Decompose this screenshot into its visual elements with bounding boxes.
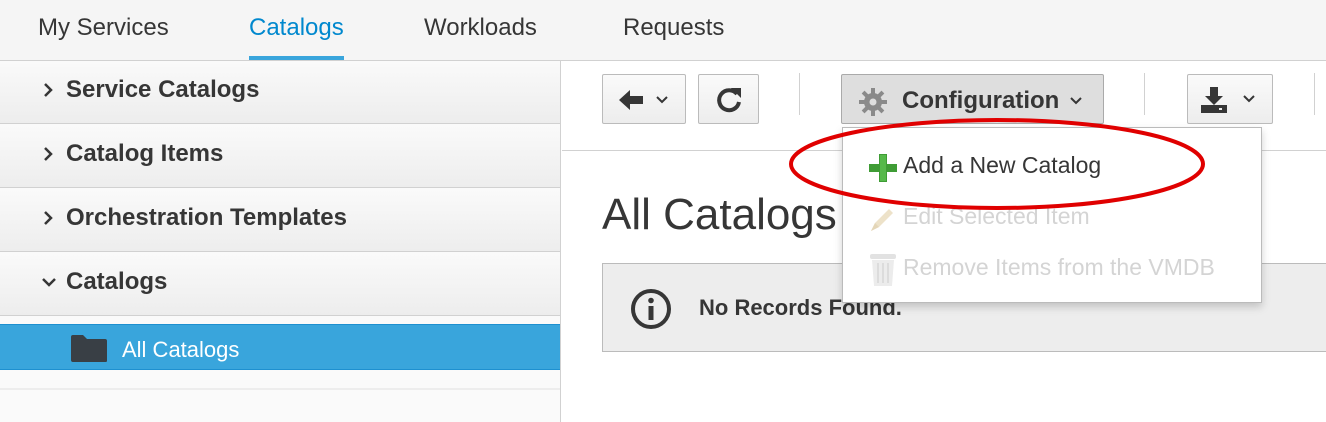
plus-icon: [869, 154, 897, 182]
sidebar: Service Catalogs Catalog Items Orchestra…: [0, 61, 561, 422]
menu-item-label: Add a New Catalog: [903, 152, 1102, 178]
accordion-label: Service Catalogs: [66, 76, 260, 103]
tree-node-label: All Catalogs: [122, 337, 240, 362]
accordion-catalogs[interactable]: Catalogs: [0, 253, 560, 316]
refresh-icon: [717, 88, 741, 113]
toolbar-separator: [799, 73, 800, 115]
page-title: All Catalogs: [602, 190, 837, 239]
menu-item-edit-selected[interactable]: Edit Selected Item: [843, 191, 1261, 241]
accordion-service-catalogs[interactable]: Service Catalogs: [0, 61, 560, 124]
download-icon: [1201, 87, 1255, 113]
menu-item-label: Remove Items from the VMDB: [903, 254, 1215, 280]
menu-item-remove-items[interactable]: Remove Items from the VMDB: [843, 242, 1261, 292]
accordion-label: Catalogs: [66, 268, 168, 295]
configuration-label: Configuration: [902, 87, 1060, 114]
chevron-down-icon: [42, 278, 56, 287]
tab-my-services[interactable]: My Services: [38, 14, 169, 42]
download-button[interactable]: [1187, 74, 1273, 124]
accordion-label: Orchestration Templates: [66, 204, 347, 231]
tree-node-all-catalogs[interactable]: All Catalogs: [0, 324, 560, 370]
chevron-right-icon: [44, 83, 53, 97]
chevron-right-icon: [44, 211, 53, 225]
tab-requests[interactable]: Requests: [623, 14, 724, 42]
trash-icon: [870, 254, 896, 286]
accordion-label: Catalog Items: [66, 140, 224, 167]
top-navigation: My Services Catalogs Workloads Requests: [0, 0, 1326, 61]
pencil-icon: [871, 209, 893, 231]
chevron-down-icon: [1070, 97, 1082, 105]
menu-item-add-new-catalog[interactable]: Add a New Catalog: [843, 140, 1261, 190]
tab-catalogs[interactable]: Catalogs: [249, 14, 344, 42]
tab-workloads[interactable]: Workloads: [424, 14, 537, 42]
active-tab-indicator: [249, 56, 344, 60]
back-button[interactable]: [602, 74, 686, 124]
configuration-menu: Add a New Catalog Edit Selected Item Rem…: [842, 127, 1262, 303]
toolbar-separator: [1314, 73, 1315, 115]
arrow-left-icon: [619, 90, 668, 110]
folder-icon: [71, 335, 107, 362]
toolbar-separator: [1144, 73, 1145, 115]
chevron-right-icon: [44, 147, 53, 161]
gear-icon: [859, 88, 887, 116]
menu-item-label: Edit Selected Item: [903, 203, 1090, 229]
accordion-orchestration-templates[interactable]: Orchestration Templates: [0, 189, 560, 252]
info-icon: [631, 289, 671, 329]
configuration-button[interactable]: Configuration: [841, 74, 1104, 124]
tree-divider: [0, 388, 560, 390]
accordion-catalog-items[interactable]: Catalog Items: [0, 125, 560, 188]
refresh-button[interactable]: [698, 74, 759, 124]
